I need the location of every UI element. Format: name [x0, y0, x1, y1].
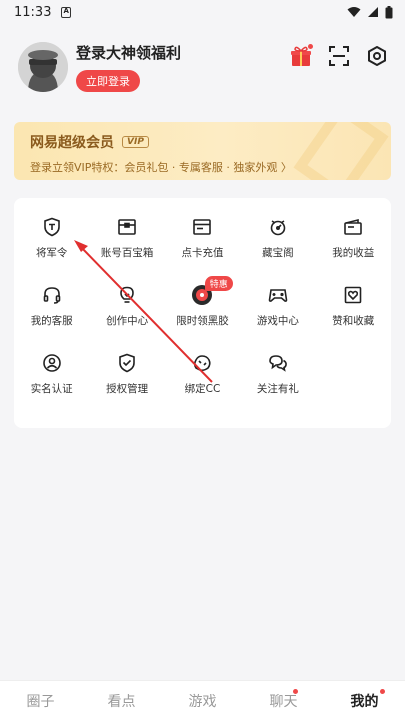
vip-tag: VIP: [122, 136, 149, 148]
vip-title: 网易超级会员: [30, 135, 114, 151]
grid-item-game-center[interactable]: 游戏中心: [240, 280, 315, 348]
grid-item-treasure-pavilion[interactable]: 藏宝阁: [240, 212, 315, 280]
status-bar: 11:33: [0, 0, 405, 24]
grid-item-customer-service[interactable]: 我的客服: [14, 280, 89, 348]
me-dot: [380, 689, 385, 694]
gamepad-icon: [267, 284, 289, 306]
grid-row: 将军令 账号百宝箱 点卡充值 藏宝阁 我的收益: [14, 212, 391, 280]
special-offer-badge: 特惠: [204, 276, 233, 291]
login-button[interactable]: 立即登录: [76, 70, 140, 92]
treasure-pavilion-icon: [267, 216, 289, 238]
grid-item-authorization[interactable]: 授权管理: [89, 348, 164, 416]
treasure-box-icon: [116, 216, 138, 238]
lightbulb-icon: [116, 284, 138, 306]
grid-label: 绑定CC: [184, 383, 221, 395]
grid-row: 我的客服 创作中心 特惠 限时领黑胶 游戏中心 赞和收藏: [14, 276, 391, 348]
grid-label: 点卡充值: [181, 247, 224, 259]
grid-label: 藏宝阁: [262, 247, 294, 259]
tab-highlights[interactable]: 看点: [81, 681, 162, 720]
shield-t-icon: [41, 216, 63, 238]
settings-button[interactable]: [365, 44, 389, 68]
wallet-icon: [342, 216, 364, 238]
headset-icon: [41, 284, 63, 306]
grid-row: 实名认证 授权管理 绑定CC 关注有礼: [14, 348, 391, 416]
grid-item-follow-gift[interactable]: 关注有礼: [240, 348, 315, 416]
user-circle-icon: [41, 352, 63, 374]
signal-icon: [368, 7, 378, 17]
grid-label: 创作中心: [106, 315, 149, 327]
grid-label: 赞和收藏: [332, 315, 375, 327]
wifi-icon: [347, 7, 361, 17]
grid-label: 限时领黑胶: [176, 315, 229, 327]
gift-dot: [308, 44, 313, 49]
tab-circle[interactable]: 圈子: [0, 681, 81, 720]
feature-grid: 将军令 账号百宝箱 点卡充值 藏宝阁 我的收益 我的客服 创作中心 特惠 限时领…: [14, 198, 391, 428]
avatar[interactable]: [18, 42, 68, 92]
default-avatar-icon: [18, 42, 68, 92]
grid-item-likes-favorites[interactable]: 赞和收藏: [316, 280, 391, 348]
grid-label: 我的收益: [332, 247, 375, 259]
tab-label: 圈子: [26, 693, 55, 710]
chat-dot: [293, 689, 298, 694]
grid-item-vinyl-offer[interactable]: 特惠 限时领黑胶: [165, 276, 240, 348]
scan-button[interactable]: [327, 44, 351, 68]
grid-item-account-box[interactable]: 账号百宝箱: [89, 212, 164, 280]
bottom-tab-bar: 圈子 看点 游戏 聊天 我的: [0, 680, 405, 720]
settings-icon: [368, 46, 386, 66]
gift-button[interactable]: [289, 44, 313, 68]
tab-games[interactable]: 游戏: [162, 681, 243, 720]
shield-check-icon: [116, 352, 138, 374]
grid-label: 实名认证: [30, 383, 73, 395]
tab-label: 看点: [107, 693, 136, 710]
tab-me[interactable]: 我的: [324, 681, 405, 720]
tab-chat[interactable]: 聊天: [243, 681, 324, 720]
profile-header: 登录大神领福利 立即登录: [0, 24, 405, 100]
status-time: 11:33: [14, 4, 52, 20]
vip-banner[interactable]: 网易超级会员 VIP 登录立领VIP特权：会员礼包 · 专属客服 · 独家外观 …: [14, 122, 391, 180]
chat-bubbles-icon: [267, 352, 289, 374]
grid-item-bind-cc[interactable]: 绑定CC: [165, 348, 240, 416]
grid-label: 授权管理: [106, 383, 149, 395]
tab-label: 游戏: [188, 693, 217, 710]
cc-icon: [191, 352, 213, 374]
grid-item-card-recharge[interactable]: 点卡充值: [165, 212, 240, 280]
grid-item-general-token[interactable]: 将军令: [14, 212, 89, 280]
card-icon: [191, 216, 213, 238]
sim-icon: [61, 6, 72, 18]
grid-label: 将军令: [35, 247, 68, 259]
tab-label: 我的: [350, 693, 379, 710]
scan-icon: [329, 46, 349, 66]
profile-title[interactable]: 登录大神领福利: [76, 42, 289, 63]
grid-label: 游戏中心: [256, 315, 299, 327]
heart-frame-icon: [342, 284, 364, 306]
battery-icon: [385, 5, 393, 18]
grid-item-real-name[interactable]: 实名认证: [14, 348, 89, 416]
grid-label: 关注有礼: [256, 383, 299, 395]
grid-item-creation-center[interactable]: 创作中心: [89, 280, 164, 348]
grid-label: 账号百宝箱: [100, 247, 154, 259]
grid-item-my-earnings[interactable]: 我的收益: [316, 212, 391, 280]
grid-label: 我的客服: [30, 315, 73, 327]
